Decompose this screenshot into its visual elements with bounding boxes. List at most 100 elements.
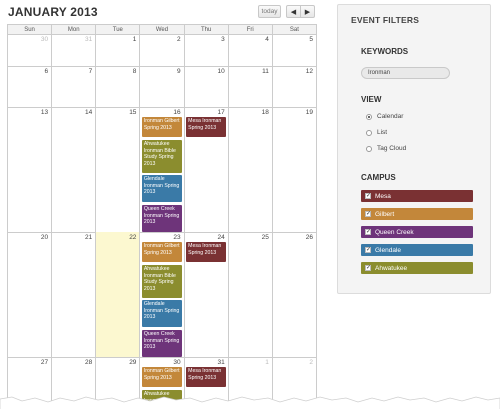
day-number: 6 [44, 68, 49, 75]
torn-edge-decoration [0, 396, 500, 409]
today-button[interactable]: today [258, 5, 281, 18]
keywords-heading: KEYWORDS [361, 47, 409, 56]
calendar-event[interactable]: Ironman Gilbert Spring 2013 [141, 367, 183, 387]
day-number: 2 [176, 36, 181, 43]
checkbox-checked-icon[interactable]: ✓ [365, 193, 371, 199]
view-option-tag-cloud[interactable]: Tag Cloud [366, 145, 406, 152]
day-number: 25 [261, 234, 269, 241]
calendar-day[interactable]: 13 [8, 107, 53, 232]
day-number: 11 [262, 68, 269, 75]
radio-selected-icon [366, 113, 372, 120]
calendar-event[interactable]: Ironman Gilbert Spring 2013 [141, 117, 183, 137]
chevron-left-icon: ◀ [290, 8, 297, 16]
checkbox-checked-icon[interactable]: ✓ [365, 265, 371, 271]
calendar-day[interactable]: 11 [229, 66, 273, 107]
dow-fri: Fri [229, 25, 273, 34]
day-number: 16 [173, 109, 181, 116]
dow-wed: Wed [140, 25, 185, 34]
dow-sat: Sat [289, 27, 299, 33]
calendar-day[interactable]: 6 [8, 66, 53, 107]
calendar-day[interactable]: 4 [229, 34, 273, 66]
day-number: 24 [217, 234, 225, 241]
calendar-day[interactable]: 9 [140, 66, 185, 107]
calendar-day[interactable]: 30 [8, 34, 53, 66]
calendar-week-row: 30 31 1 2 3 4 5 [7, 34, 317, 67]
filters-title: EVENT FILTERS [351, 15, 420, 25]
keyword-input[interactable]: Ironman [361, 67, 450, 79]
campus-filter-gilbert[interactable]: ✓ Gilbert [361, 208, 473, 220]
calendar-day[interactable]: 19 [273, 107, 317, 232]
radio-icon [366, 129, 372, 136]
calendar-day[interactable]: 1 [96, 34, 141, 66]
checkbox-checked-icon[interactable]: ✓ [365, 247, 371, 253]
calendar-day[interactable]: 2 [140, 34, 185, 66]
day-number: 15 [129, 109, 137, 116]
view-heading: VIEW [361, 95, 382, 104]
campus-label: Gilbert [375, 210, 395, 218]
calendar-day[interactable]: 18 [229, 107, 273, 232]
campus-label: Mesa [375, 192, 391, 200]
calendar-day[interactable]: 26 [273, 232, 317, 357]
day-number: 31 [85, 36, 93, 43]
campus-filter-ahwatukee[interactable]: ✓ Ahwatukee [361, 262, 473, 274]
calendar-day[interactable]: 25 [229, 232, 273, 357]
calendar-day[interactable]: 10 [185, 66, 229, 107]
campus-filter-glendale[interactable]: ✓ Glendale [361, 244, 473, 256]
view-option-calendar[interactable]: Calendar [366, 113, 403, 120]
day-number: 8 [132, 68, 137, 75]
campus-label: Ahwatukee [375, 264, 408, 272]
calendar-event[interactable]: Ahwatukee Ironman Bible Study Spring 201… [141, 140, 183, 173]
day-number: 20 [40, 234, 49, 241]
day-number: 30 [173, 359, 181, 366]
day-number: 29 [129, 359, 137, 366]
day-number: 10 [217, 68, 225, 75]
view-option-label: Calendar [377, 113, 404, 120]
calendar-event[interactable]: Mesa Ironman Spring 2013 [186, 242, 227, 262]
calendar-day[interactable]: 14 [52, 107, 97, 232]
day-number: 7 [88, 68, 93, 75]
calendar-event[interactable]: Queen Creek Ironman Spring 2013 [141, 205, 183, 232]
calendar-event[interactable]: Ahwatukee Ironman Bible Study Spring 201… [141, 265, 183, 298]
calendar-event[interactable]: Glendale Ironman Spring 2013 [141, 175, 183, 202]
calendar-event[interactable]: Queen Creek Ironman Spring 2013 [141, 330, 183, 357]
chevron-right-icon: ▶ [304, 8, 311, 16]
day-number: 9 [176, 68, 181, 75]
campus-label: Glendale [375, 246, 402, 254]
checkbox-checked-icon[interactable]: ✓ [365, 229, 371, 235]
checkbox-checked-icon[interactable]: ✓ [365, 211, 371, 217]
calendar-event[interactable]: Mesa Ironman Spring 2013 [186, 367, 227, 387]
campus-filter-mesa[interactable]: ✓ Mesa [361, 190, 473, 202]
day-number: 3 [221, 36, 225, 43]
calendar-event[interactable]: Glendale Ironman Spring 2013 [141, 300, 183, 327]
calendar-day[interactable]: 3 [185, 34, 229, 66]
next-month-button[interactable]: ▶ [300, 5, 315, 18]
day-number: 30 [40, 36, 49, 43]
calendar-day[interactable]: 21 [52, 232, 97, 357]
calendar-event[interactable]: Ironman Gilbert Spring 2013 [141, 242, 183, 262]
prev-month-button[interactable]: ◀ [286, 5, 301, 18]
calendar-event[interactable]: Mesa Ironman Spring 2013 [186, 117, 227, 137]
calendar-day[interactable]: 15 [96, 107, 141, 232]
calendar-page: JANUARY 2013 today ◀ ▶ Sun Mon Tue Wed T… [0, 0, 500, 409]
calendar-day[interactable]: 8 [96, 66, 141, 107]
calendar-day[interactable]: 7 [52, 66, 97, 107]
calendar-day[interactable]: 20 [8, 232, 53, 357]
day-number: 26 [305, 234, 313, 241]
day-number: 13 [40, 109, 49, 116]
view-option-list[interactable]: List [366, 129, 387, 136]
calendar-day-today[interactable]: 22 [96, 232, 141, 357]
view-option-label: Tag Cloud [377, 145, 407, 152]
dow-thu: Thu [185, 25, 229, 34]
day-number: 23 [173, 234, 181, 241]
dow-mon: Mon [52, 25, 97, 34]
calendar-day[interactable]: 5 [273, 34, 317, 66]
calendar-day[interactable]: 31 [52, 34, 97, 66]
dow-tue: Tue [96, 25, 141, 34]
calendar-day[interactable]: 12 [273, 66, 317, 107]
campus-filter-queen-creek[interactable]: ✓ Queen Creek [361, 226, 473, 238]
day-number: 21 [85, 234, 93, 241]
day-number: 18 [261, 109, 269, 116]
day-number: 5 [309, 36, 313, 43]
event-filters-panel: EVENT FILTERS KEYWORDS Ironman VIEW Cale… [337, 4, 491, 294]
day-number: 12 [305, 68, 313, 75]
